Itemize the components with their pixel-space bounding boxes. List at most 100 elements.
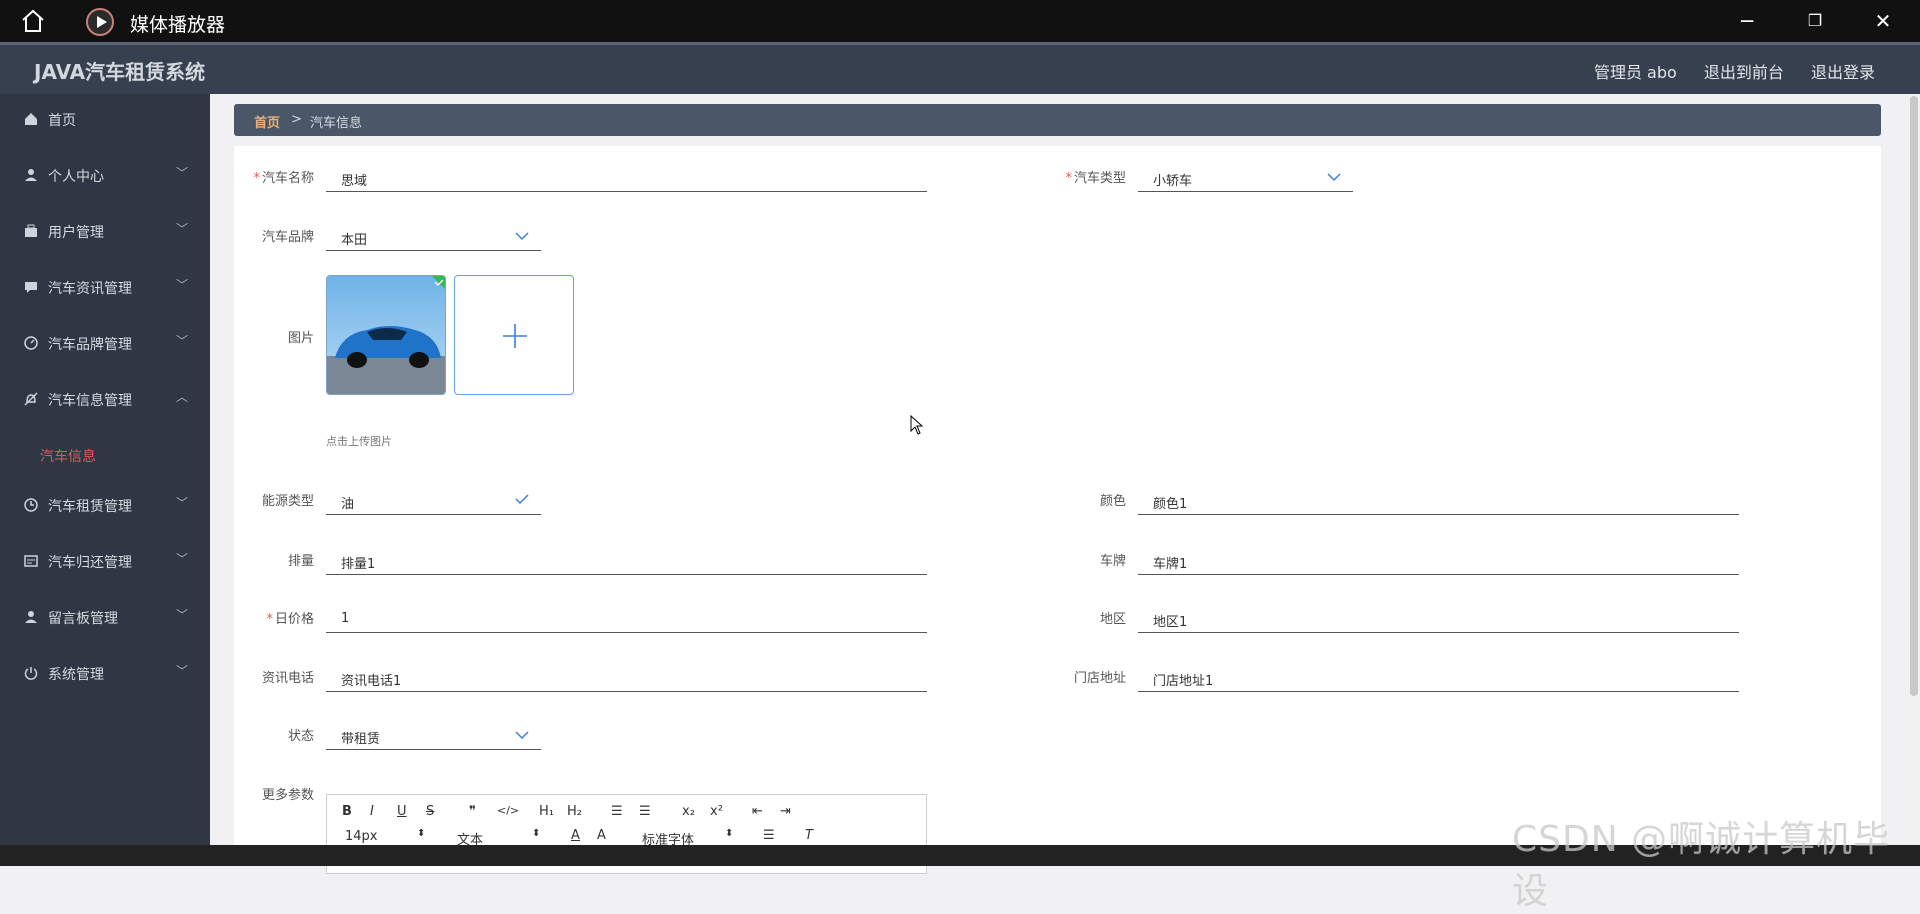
region-input[interactable]: 地区1: [1138, 605, 1739, 633]
chevron-down-icon: [515, 232, 529, 241]
chevron-down-icon: ﹀: [175, 496, 188, 510]
close-button[interactable]: ✕: [1863, 6, 1903, 36]
color-input[interactable]: 颜色1: [1138, 487, 1739, 515]
brand-label: 汽车品牌: [261, 230, 314, 245]
region-label: 地区: [1099, 612, 1126, 627]
car-type-select[interactable]: 小轿车: [1138, 164, 1353, 192]
sidebar-item-news[interactable]: 汽车资讯管理 ﹀: [0, 262, 210, 312]
app-header: JAVA汽车租赁系统 管理员 abo 退出到前台 退出登录: [0, 42, 1920, 94]
sidebar-item-label: 汽车归还管理: [48, 555, 132, 571]
more-params-label: 更多参数: [261, 788, 314, 803]
home-icon[interactable]: [20, 8, 46, 34]
sidebar: 首页 个人中心 ﹀ 用户管理 ﹀ 汽车资讯管理 ﹀ 汽车品牌管理 ﹀ 汽车信息管…: [0, 94, 210, 866]
daily-price-input[interactable]: 1: [326, 605, 927, 633]
sidebar-item-system[interactable]: 系统管理 ﹀: [0, 648, 210, 698]
breadcrumb-separator: >: [291, 112, 302, 127]
restore-button[interactable]: ❐: [1795, 6, 1835, 36]
user-icon: [25, 611, 37, 623]
gauge-icon: [24, 336, 38, 350]
chat-icon: [25, 282, 37, 293]
chevron-down-icon: ﹀: [175, 334, 188, 348]
upload-image-button[interactable]: [454, 275, 574, 395]
breadcrumb-current: 汽车信息: [310, 116, 363, 131]
chevron-down-icon: ﹀: [175, 608, 188, 622]
font-color-button[interactable]: A: [571, 828, 580, 843]
sidebar-item-users[interactable]: 用户管理 ﹀: [0, 206, 210, 256]
exit-front-link[interactable]: 退出到前台: [1704, 63, 1784, 82]
chevron-updown-icon: ⬍: [725, 828, 734, 839]
admin-label: 管理员 abo: [1593, 63, 1677, 82]
italic-button[interactable]: I: [370, 804, 374, 819]
h1-button[interactable]: H₁: [539, 804, 554, 819]
store-address-label: 门店地址: [1073, 671, 1126, 686]
header-links: 管理员 abo 退出到前台 退出登录: [1572, 59, 1875, 83]
breadcrumb-home[interactable]: 首页: [254, 112, 280, 131]
align-button[interactable]: ☰: [763, 828, 775, 843]
sidebar-item-car-info[interactable]: 汽车信息管理 ︿: [0, 374, 210, 424]
user-icon: [25, 169, 37, 181]
logout-link[interactable]: 退出登录: [1811, 63, 1875, 82]
sidebar-item-return[interactable]: 汽车归还管理 ﹀: [0, 536, 210, 586]
displacement-input[interactable]: 排量1: [326, 547, 927, 575]
car-name-input[interactable]: 思域: [326, 164, 927, 192]
sidebar-subitem-car-info[interactable]: 汽车信息: [40, 446, 96, 466]
status-label: 状态: [287, 729, 314, 744]
status-select[interactable]: 带租赁: [326, 722, 541, 750]
chevron-up-icon: ︿: [175, 390, 188, 404]
sidebar-item-label: 个人中心: [48, 169, 104, 185]
font-size-select[interactable]: 14px: [345, 829, 378, 844]
chevron-down-icon: [515, 731, 529, 740]
player-title: 媒体播放器: [130, 14, 226, 36]
sidebar-item-rental[interactable]: 汽车租赁管理 ﹀: [0, 480, 210, 530]
clear-format-button[interactable]: T: [805, 828, 813, 843]
quote-button[interactable]: ❞: [469, 804, 476, 819]
ordered-list-button[interactable]: ☰: [611, 804, 623, 819]
phone-input[interactable]: 资讯电话1: [326, 664, 927, 692]
sidebar-item-label: 留言板管理: [48, 611, 118, 627]
bold-button[interactable]: B: [342, 804, 352, 819]
outdent-button[interactable]: ⇤: [752, 804, 763, 819]
background-color-button[interactable]: A: [597, 828, 606, 843]
mouse-cursor-icon: [910, 415, 924, 435]
watermark: CSDN @啊诚计算机毕设: [1512, 819, 1891, 912]
subscript-button[interactable]: x₂: [682, 804, 695, 819]
chevron-down-icon: ﹀: [175, 664, 188, 678]
chevron-down-icon: ﹀: [175, 278, 188, 292]
displacement-label: 排量: [287, 554, 314, 569]
chevron-down-icon: ﹀: [175, 552, 188, 566]
sidebar-item-label: 汽车资讯管理: [48, 281, 132, 297]
chevron-down-icon: ﹀: [175, 222, 188, 236]
daily-price-label: * 日价格: [266, 612, 314, 627]
plate-input[interactable]: 车牌1: [1138, 547, 1739, 575]
strike-button[interactable]: S: [426, 804, 434, 819]
car-image-thumbnail[interactable]: [326, 275, 446, 395]
bullet-list-button[interactable]: ☰: [639, 804, 651, 819]
sidebar-item-messages[interactable]: 留言板管理 ﹀: [0, 592, 210, 642]
color-label: 颜色: [1099, 494, 1126, 509]
vertical-scrollbar[interactable]: [1908, 94, 1920, 866]
sidebar-item-label: 汽车品牌管理: [48, 337, 132, 353]
scrollbar-thumb[interactable]: [1910, 96, 1918, 696]
brand-title: JAVA汽车租赁系统: [34, 60, 206, 84]
brand-select[interactable]: 本田: [326, 223, 541, 251]
sidebar-item-home[interactable]: 首页: [0, 94, 210, 144]
code-button[interactable]: </>: [497, 804, 519, 817]
store-address-input[interactable]: 门店地址1: [1138, 664, 1739, 692]
breadcrumb: 首页 > 汽车信息: [234, 104, 1881, 136]
energy-select[interactable]: 油: [326, 487, 541, 515]
sidebar-item-personal[interactable]: 个人中心 ﹀: [0, 150, 210, 200]
clock-icon: [24, 498, 38, 512]
chevron-updown-icon: ⬍: [417, 828, 426, 839]
h2-button[interactable]: H₂: [567, 804, 582, 819]
sidebar-item-brand[interactable]: 汽车品牌管理 ﹀: [0, 318, 210, 368]
sidebar-item-label: 用户管理: [48, 225, 104, 241]
chevron-down-icon: [1327, 173, 1341, 182]
indent-button[interactable]: ⇥: [780, 804, 791, 819]
sidebar-item-label: 系统管理: [48, 667, 104, 683]
car-type-label: * 汽车类型: [1065, 171, 1126, 186]
superscript-button[interactable]: x²: [710, 804, 723, 819]
plus-icon: [503, 324, 527, 348]
sidebar-item-label: 汽车租赁管理: [48, 499, 132, 515]
underline-button[interactable]: U: [397, 804, 407, 819]
minimize-button[interactable]: ─: [1727, 6, 1767, 36]
